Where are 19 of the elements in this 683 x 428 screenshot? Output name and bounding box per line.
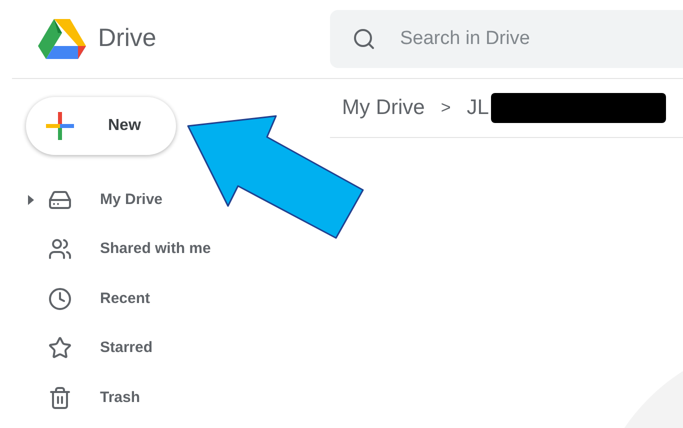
caret-icon[interactable] bbox=[28, 194, 34, 205]
sidebar-item[interactable]: My Drive bbox=[28, 175, 163, 224]
star-icon bbox=[48, 336, 72, 360]
plus-icon bbox=[44, 110, 76, 142]
breadcrumb-folder: JL bbox=[466, 95, 489, 122]
new-button[interactable]: New bbox=[26, 97, 176, 155]
sidebar-item[interactable]: Shared with me bbox=[28, 224, 211, 274]
trash-icon bbox=[48, 386, 72, 410]
search-icon bbox=[352, 27, 376, 51]
breadcrumb-link[interactable]: My Drive bbox=[342, 92, 425, 124]
clock-icon bbox=[48, 286, 72, 311]
people-icon bbox=[48, 237, 72, 262]
sidebar-item[interactable]: Recent bbox=[28, 274, 150, 324]
drive-logo-icon bbox=[38, 19, 86, 59]
search-field[interactable]: Search in Drive bbox=[330, 10, 683, 68]
sidebar-item[interactable]: Starred bbox=[28, 324, 153, 373]
app-title: Drive bbox=[98, 23, 156, 54]
breadcrumb-separator: > bbox=[440, 97, 451, 120]
sidebar-item[interactable]: Trash bbox=[28, 373, 140, 422]
